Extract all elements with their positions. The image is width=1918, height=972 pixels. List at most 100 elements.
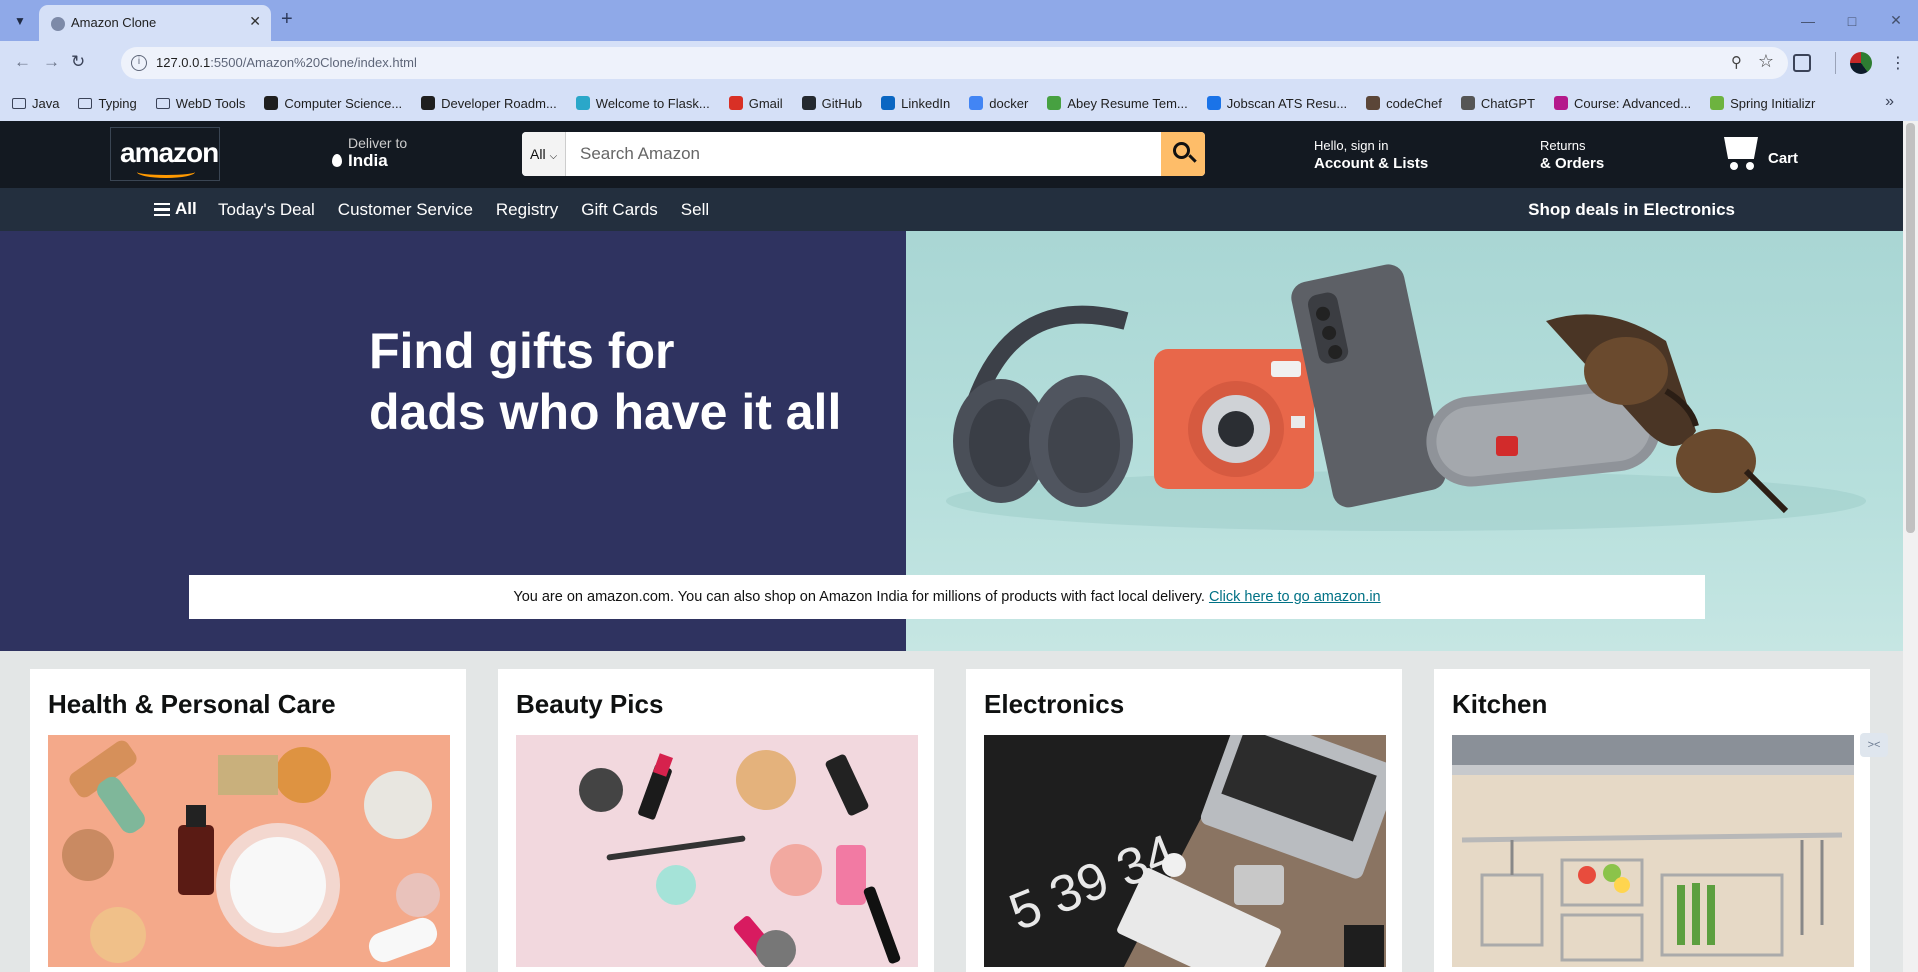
close-tab-icon[interactable]: ✕ [249,13,261,30]
card-title: Beauty Pics [516,689,664,719]
bookmark-label: docker [989,95,1029,111]
bookmark-item[interactable]: LinkedIn [881,96,950,111]
tab-search-icon[interactable]: ▼ [9,10,31,32]
returns-orders[interactable]: Returns & Orders [1540,138,1604,172]
bookmark-label: Gmail [748,95,783,111]
profile-avatar[interactable] [1850,52,1872,74]
minimize-icon[interactable]: — [1786,13,1830,29]
reload-icon[interactable]: ↻ [71,52,85,72]
url-text[interactable]: 127.0.0.1:5500/Amazon%20Clone/index.html [156,55,417,70]
bookmark-star-icon[interactable]: ☆ [1758,51,1774,72]
browser-tab-bar: ▼ Amazon Clone ✕ + — □ ✕ [0,0,1918,41]
gmail-icon [728,96,743,110]
roadmap-icon [421,96,436,110]
bookmarks-bar: Java Typing WebD Tools Computer Science... D… [0,85,1918,121]
logo-smile [137,166,195,178]
jobscan-icon [1206,96,1221,110]
new-tab-icon[interactable]: + [281,8,293,31]
cart-label: Cart [1768,150,1799,167]
bookmark-item[interactable]: GitHub [801,95,863,111]
hamburger-icon [154,200,170,220]
sub-nav-link[interactable]: Registry [496,200,558,220]
more-bookmarks-icon[interactable]: » [1885,93,1894,111]
devtools-toggle-icon[interactable]: >< [1860,733,1888,757]
card-title: Kitchen [1452,689,1548,719]
bookmark-item[interactable]: WebD Tools [155,95,246,111]
search-button[interactable] [1161,132,1205,176]
sub-nav-link[interactable]: Sell [681,200,709,220]
sub-nav-link[interactable]: Gift Cards [581,200,658,220]
search-category-select[interactable]: All ⌵ [522,132,567,176]
bookmark-item[interactable]: Abey Resume Tem... [1047,95,1188,111]
deliver-to[interactable]: Deliver to India [332,135,407,171]
back-icon[interactable]: ← [14,52,31,72]
card-title: Health & Personal Care [48,689,336,719]
go-amazon-in-link[interactable]: Click here to go amazon.in [1209,589,1381,605]
search-input[interactable] [568,132,1156,176]
folder-icon [78,97,93,109]
card-kitchen[interactable]: Kitchen [1434,669,1870,972]
bookmark-item[interactable]: docker [969,96,1028,111]
extensions-icon[interactable] [1793,54,1811,72]
bookmark-item[interactable]: Course: Advanced... [1554,96,1691,111]
amazon-header: amazon Deliver to India All⌵ Hello, sign… [0,121,1903,188]
all-menu-button[interactable]: All [154,199,197,219]
site-info-icon[interactable]: i [131,55,147,71]
bookmark-label: Welcome to Flask... [595,95,710,111]
bookmark-item[interactable]: Typing [78,96,137,111]
amazon-logo[interactable]: amazon [110,127,220,181]
deliver-country: India [348,151,388,170]
tab-title: Amazon Clone [71,15,157,30]
sub-nav-links: Today's Deal Customer Service Registry Gift… [218,200,732,220]
bookmark-label: Java [32,95,60,111]
bookmark-item[interactable]: Computer Science... [264,96,402,111]
bookmark-label: Spring Initializr [1730,95,1816,111]
page-scrollbar[interactable] [1903,121,1918,972]
bookmark-label: Abey Resume Tem... [1067,95,1188,111]
close-window-icon[interactable]: ✕ [1874,12,1918,29]
browser-tab[interactable]: Amazon Clone ✕ [39,5,271,41]
address-bar[interactable]: i 127.0.0.1:5500/Amazon%20Clone/index.ht… [121,47,1788,79]
card-electronics[interactable]: Electronics 5 39 34 [966,669,1402,972]
google-icon [969,96,984,110]
bookmark-item[interactable]: Spring Initializr [1710,96,1815,111]
account-lists[interactable]: Hello, sign in Account & Lists [1314,138,1428,172]
bookmark-item[interactable]: Developer Roadm... [421,96,557,111]
geeks-icon [264,96,279,110]
bookmark-item[interactable]: Gmail [728,95,783,111]
browser-menu-icon[interactable]: ⋮ [1890,53,1906,73]
bookmark-item[interactable]: ChatGPT [1460,96,1535,111]
instant-camera-image [1154,349,1314,489]
headphones-image [953,305,1133,507]
card-health[interactable]: Health & Personal Care [30,669,466,972]
forward-icon[interactable]: → [43,52,60,72]
bookmark-item[interactable]: Welcome to Flask... [575,95,710,111]
bookmark-label: Computer Science... [284,95,403,111]
bookmark-item[interactable]: codeChef [1366,96,1442,111]
sub-nav-link[interactable]: Customer Service [338,200,473,220]
linkedin-icon [881,96,896,110]
chatgpt-icon [1460,96,1475,110]
flask-icon [575,96,590,110]
folder-icon [155,97,170,109]
beauty-products-image[interactable] [516,735,918,967]
page-viewport: amazon Deliver to India All⌵ Hello, sign… [0,121,1903,972]
cart-button[interactable]: Cart [1718,133,1798,173]
bookmark-item[interactable]: Jobscan ATS Resu... [1206,95,1348,111]
electronics-image[interactable]: 5 39 34 [984,735,1386,967]
bookmark-label: GitHub [821,95,863,111]
bookmark-label: LinkedIn [901,95,951,111]
spring-icon [1710,96,1725,110]
bookmark-label: Jobscan ATS Resu... [1226,95,1348,111]
window-controls: — □ ✕ [1786,0,1918,41]
maximize-icon[interactable]: □ [1830,13,1874,29]
zoom-icon[interactable]: ⚲ [1731,53,1742,71]
kitchen-image[interactable] [1452,735,1854,967]
bookmark-item[interactable]: Java [12,96,59,111]
health-care-image[interactable] [48,735,450,967]
card-beauty[interactable]: Beauty Pics [498,669,934,972]
shop-deals-link[interactable]: Shop deals in Electronics [1528,200,1735,220]
bookmark-label: WebD Tools [175,95,246,111]
sub-nav-link[interactable]: Today's Deal [218,200,315,220]
scrollbar-thumb[interactable] [1906,123,1915,533]
